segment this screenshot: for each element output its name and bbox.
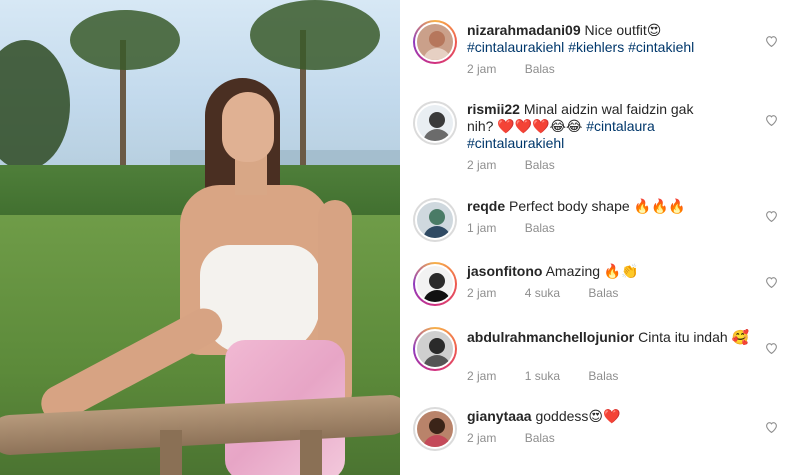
like-count[interactable]: 1 suka (525, 369, 560, 383)
comment-username[interactable]: reqde (467, 198, 505, 214)
comment-meta: 2 jam Balas (467, 431, 580, 445)
post-photo (0, 0, 400, 475)
avatar[interactable] (413, 101, 457, 145)
comment-username[interactable]: abdulrahmanchellojunior (467, 329, 634, 345)
comment-text: gianytaaa goddess😍❤️ (467, 408, 767, 425)
heart-outline-icon[interactable] (764, 276, 778, 290)
reply-button[interactable]: Balas (525, 62, 555, 76)
comment-meta: 2 jam Balas (467, 158, 580, 172)
avatar[interactable] (413, 262, 457, 306)
comment-username[interactable]: nizarahmadani09 (467, 22, 581, 38)
heart-outline-icon[interactable] (764, 114, 778, 128)
reply-button[interactable]: Balas (525, 158, 555, 172)
heart-outline-icon[interactable] (764, 421, 778, 435)
reply-button[interactable]: Balas (525, 431, 555, 445)
reply-button[interactable]: Balas (588, 286, 618, 300)
comment-body: Perfect body shape 🔥🔥🔥 (509, 198, 686, 214)
comment-time[interactable]: 2 jam (467, 286, 496, 300)
comment-time[interactable]: 2 jam (467, 369, 496, 383)
hashtag[interactable]: #kiehlers (568, 39, 624, 55)
avatar[interactable] (413, 20, 457, 64)
comment-body: Cinta itu indah 🥰 (638, 329, 749, 345)
comment-username[interactable]: gianytaaa (467, 408, 532, 424)
comment-meta: 1 jam Balas (467, 221, 580, 235)
hashtag[interactable]: #cintalaurakiehl (467, 135, 564, 151)
heart-outline-icon[interactable] (764, 35, 778, 49)
reply-button[interactable]: Balas (588, 369, 618, 383)
comment-text: jasonfitono Amazing 🔥👏 (467, 263, 767, 280)
comment-meta: 2 jam 4 suka Balas (467, 286, 643, 300)
comment-time[interactable]: 2 jam (467, 62, 496, 76)
comment-text: abdulrahmanchellojunior Cinta itu indah … (467, 329, 767, 346)
reply-button[interactable]: Balas (525, 221, 555, 235)
comment-username[interactable]: rismii22 (467, 101, 520, 117)
comment-meta: 2 jam Balas (467, 62, 580, 76)
heart-outline-icon[interactable] (764, 210, 778, 224)
avatar[interactable] (413, 327, 457, 371)
hashtag[interactable]: #cintalaura (586, 118, 655, 134)
comments-list: nizarahmadani09 Nice outfit😍 #cintalaura… (400, 0, 800, 475)
comment-time[interactable]: 2 jam (467, 158, 496, 172)
comment-text: reqde Perfect body shape 🔥🔥🔥 (467, 198, 767, 215)
comment-body: Amazing 🔥👏 (545, 263, 639, 279)
comment-time[interactable]: 1 jam (467, 221, 496, 235)
hashtag[interactable]: #cintakiehl (628, 39, 694, 55)
comment-body: goddess😍❤️ (535, 408, 621, 424)
avatar[interactable] (413, 198, 457, 242)
comment-time[interactable]: 2 jam (467, 431, 496, 445)
comment-body: Nice outfit😍 (584, 22, 662, 38)
comment-text: nizarahmadani09 Nice outfit😍 #cintalaura… (467, 22, 767, 56)
heart-outline-icon[interactable] (764, 342, 778, 356)
comment-meta: 2 jam 1 suka Balas (467, 369, 643, 383)
comment-text: rismii22 Minal aidzin wal faidzin gak ni… (467, 101, 712, 152)
hashtag[interactable]: #cintalaurakiehl (467, 39, 564, 55)
avatar[interactable] (413, 407, 457, 451)
like-count[interactable]: 4 suka (525, 286, 560, 300)
comment-username[interactable]: jasonfitono (467, 263, 542, 279)
